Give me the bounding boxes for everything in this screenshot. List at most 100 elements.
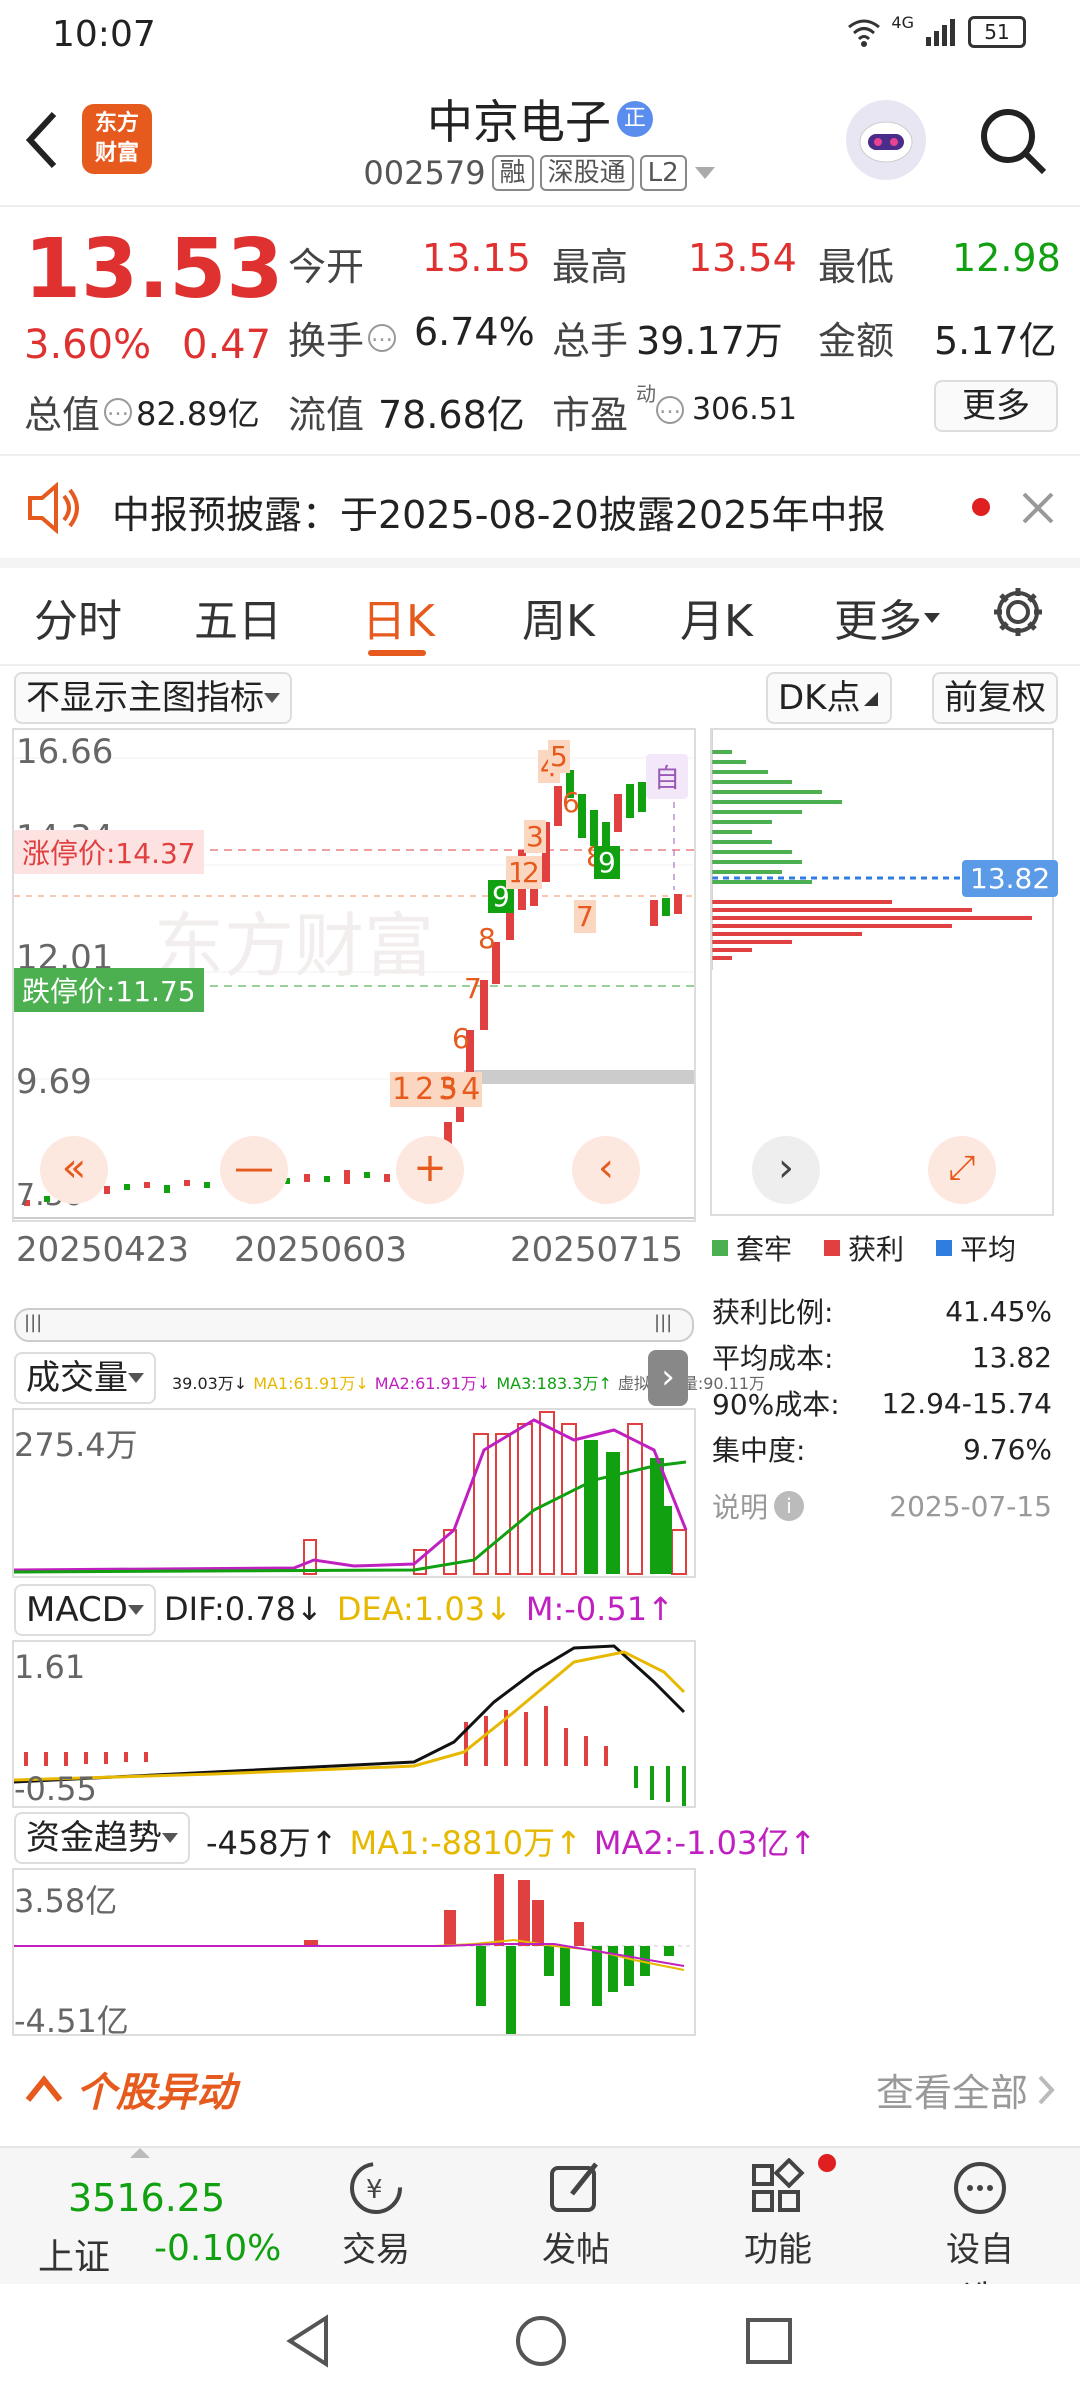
slider-right-handle[interactable]: ||| [654,1312,672,1333]
battery-level: 51 [984,20,1010,44]
low-label: 最低 [818,245,895,289]
date-tick-2: 20250603 [234,1230,408,1270]
macd-select-label: MACD [26,1590,128,1630]
macd-bottom-tick: -0.55 [14,1770,97,1808]
pe-value: 306.51 [692,392,797,427]
vol-ma3: MA3:183.3万↑ [496,1374,612,1393]
settings-gear-icon[interactable] [990,584,1046,640]
dk-point-select[interactable]: DK点 [766,672,893,724]
avg-cost-label: 13.82 [962,860,1059,897]
float-label: 流值 [288,393,365,437]
svg-text:¥: ¥ [366,2175,383,2205]
tab-yuek[interactable]: 月K [680,585,753,649]
dropdown-icon [694,167,715,179]
caret-down-icon [127,1605,144,1615]
more-quote-button[interactable]: 更多 [934,380,1058,432]
robot-avatar[interactable] [846,100,926,180]
pe-label: 市盈 [552,393,629,437]
slider-left-handle[interactable]: ||| [24,1312,42,1333]
info-icon[interactable]: … [368,323,397,352]
turnover-value: 6.74% [414,310,535,354]
limit-down-label: 跌停价:11.75 [14,968,204,1012]
tab-fenshi[interactable]: 分时 [34,585,122,649]
stat-label: 获利比例: [712,1296,834,1329]
expand-button[interactable]: ⤢ [928,1136,996,1204]
macd-select[interactable]: MACD [14,1584,156,1636]
prev-button[interactable]: ‹ [572,1136,640,1204]
fund-indicators: -458万↑ MA1:-8810万↑ MA2:-1.03亿↑ [206,1818,816,1864]
tab-wuri[interactable]: 五日 [194,585,282,649]
macd-indicators: DIF:0.78↓ DEA:1.03↓ M:-0.51↑ [164,1590,674,1628]
tag-connect: 深股通 [539,155,634,191]
tab-zhouk[interactable]: 周K [522,585,595,649]
index-pct[interactable]: -0.10% [154,2228,281,2269]
zoom-in-button[interactable]: + [396,1136,464,1204]
abnormal-title: 个股异动 [76,2070,236,2116]
edit-icon [550,2162,598,2212]
index-name[interactable]: 上证 [38,2228,110,2280]
stat-row: 集中度: 9.76% [712,1426,1052,1472]
search-icon[interactable] [976,104,1050,178]
info-icon[interactable]: … [104,397,133,426]
nine-seq-label: 3 [524,820,546,853]
grid-icon [752,2157,805,2212]
post-button[interactable]: 发帖 [536,2158,616,2271]
nine-seq-label: 7 [574,900,596,933]
close-icon[interactable] [1020,490,1056,526]
trade-button[interactable]: ¥ 交易 [336,2158,416,2271]
chip-distribution[interactable] [710,728,1054,1216]
range-slider[interactable] [14,1308,694,1342]
stat-label: 集中度: [712,1434,806,1467]
chip-date: 2025-07-15 [889,1489,1052,1523]
nav-recents-icon[interactable] [744,2316,794,2366]
more-circle-icon [954,2162,1006,2214]
chevron-right-icon: › [778,1145,794,1191]
indicator-select[interactable]: 不显示主图指标 [14,672,292,724]
explain-label: 说明 [712,1491,769,1524]
nav-back-icon[interactable] [284,2314,334,2368]
nav-home-icon[interactable] [514,2314,568,2368]
abnormal-header[interactable]: 个股异动 [24,2060,236,2118]
caret-down-icon [162,1833,178,1843]
zoom-out-button[interactable]: — [220,1136,288,1204]
view-all-label: 查看全部 [875,2071,1028,2115]
tab-more[interactable]: 更多 [834,585,942,649]
legend-swatch [824,1240,841,1256]
volume-top-tick: 275.4万 [14,1426,138,1464]
stock-name: 中京电子 [427,95,611,149]
view-all-link[interactable]: 查看全部 [876,2062,1056,2117]
macd-m: M:-0.51↑ [525,1590,674,1628]
y-tick-1: 16.66 [16,732,114,772]
index-value[interactable]: 3516.25 [68,2176,225,2220]
battery-icon: 51 [968,16,1026,48]
nine-seq-label: 6 [562,786,580,819]
chevron-up-icon [25,2075,63,2102]
info-icon[interactable]: … [656,395,684,424]
expand-indicators-button[interactable]: › [648,1350,688,1406]
tab-rik[interactable]: 日K [362,585,435,649]
dk-label: DK点 [778,678,861,718]
notice-text[interactable]: 中报预披露：于2025-08-20披露2025年中报 [112,484,886,539]
tag-l2: L2 [639,155,687,191]
explain-link[interactable]: 说明 i [712,1486,805,1526]
next-button[interactable]: › [752,1136,820,1204]
zi-marker[interactable]: 自 [646,754,689,799]
chip-footer: 说明 i 2025-07-15 [712,1486,1052,1526]
change-amount: 0.47 [182,322,272,368]
stock-code: 002579 [363,154,486,192]
functions-button[interactable]: 功能 [738,2157,818,2271]
status-time: 10:07 [52,14,156,55]
fund-select[interactable]: 资金趋势 [14,1812,190,1864]
high-label: 最高 [552,245,629,289]
double-left-icon: « [61,1145,87,1191]
volume-value: 39.17万 [636,319,783,363]
volume-select[interactable]: 成交量 [14,1352,156,1404]
legend-profit: 获利 [848,1233,905,1266]
rewind-button[interactable]: « [40,1136,108,1204]
float-value: 78.68亿 [378,393,525,437]
change-pct: 3.60% [24,322,152,368]
vol-virtual: 虚拟成交量:90.11万 [617,1374,766,1393]
fuquan-button[interactable]: 前复权 [932,672,1058,724]
nine-seq-label: 5 [548,740,570,773]
legend-swatch [712,1240,728,1256]
